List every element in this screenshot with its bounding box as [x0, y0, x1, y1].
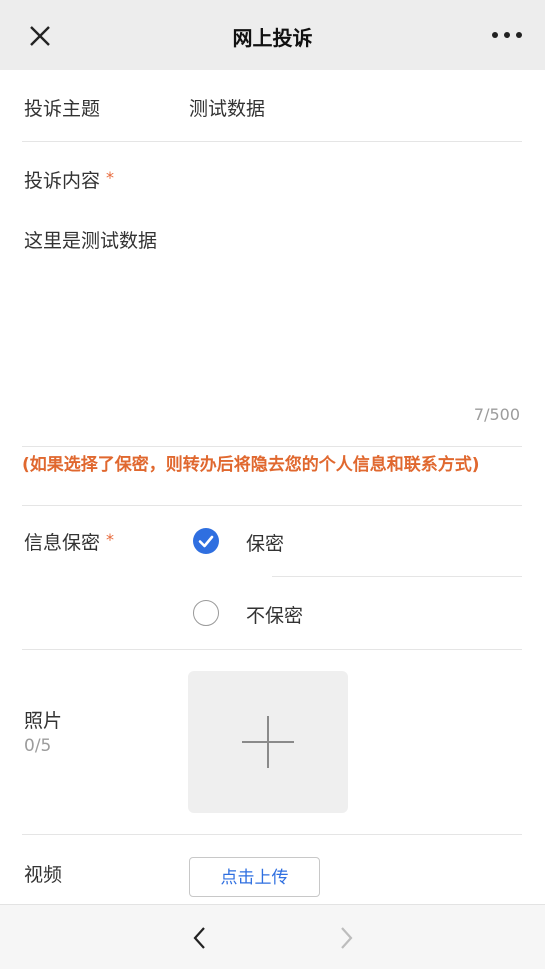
subject-value[interactable]: 测试数据: [189, 94, 265, 121]
privacy-label: 信息保密 *: [24, 528, 114, 555]
subject-label: 投诉主题: [24, 98, 101, 120]
check-icon: [198, 535, 214, 548]
photo-count: 0/5: [24, 736, 52, 756]
bottom-nav-bar: [0, 904, 545, 969]
required-mark: *: [106, 530, 115, 549]
divider: [22, 649, 522, 650]
add-photo-button[interactable]: [188, 671, 348, 813]
radio-not-confidential[interactable]: [193, 600, 219, 626]
chevron-right-icon[interactable]: [336, 925, 356, 951]
chevron-left-icon[interactable]: [190, 925, 210, 951]
page-title: 网上投诉: [232, 26, 313, 50]
more-icon[interactable]: [491, 30, 523, 40]
privacy-notice: (如果选择了保密，则转办后将隐去您的个人信息和联系方式): [22, 455, 480, 475]
char-counter: 7/500: [473, 405, 520, 424]
radio-confidential[interactable]: [193, 528, 219, 554]
content-textarea[interactable]: 这里是测试数据: [24, 226, 157, 253]
video-label: 视频: [24, 864, 63, 886]
content-label: 投诉内容 *: [24, 166, 114, 193]
divider: [22, 834, 522, 835]
privacy-label-text: 信息保密: [24, 532, 101, 554]
divider: [272, 576, 522, 577]
option-confidential-label[interactable]: 保密: [246, 529, 284, 556]
plus-icon: [242, 716, 294, 768]
option-not-confidential-label[interactable]: 不保密: [246, 601, 303, 628]
divider: [22, 446, 522, 447]
divider: [22, 505, 522, 506]
required-mark: *: [106, 168, 115, 187]
divider: [22, 141, 522, 142]
photo-label: 照片: [24, 710, 63, 732]
upload-video-button[interactable]: 点击上传: [189, 857, 320, 897]
content-label-text: 投诉内容: [24, 170, 101, 192]
top-bar: 网上投诉: [0, 0, 545, 70]
